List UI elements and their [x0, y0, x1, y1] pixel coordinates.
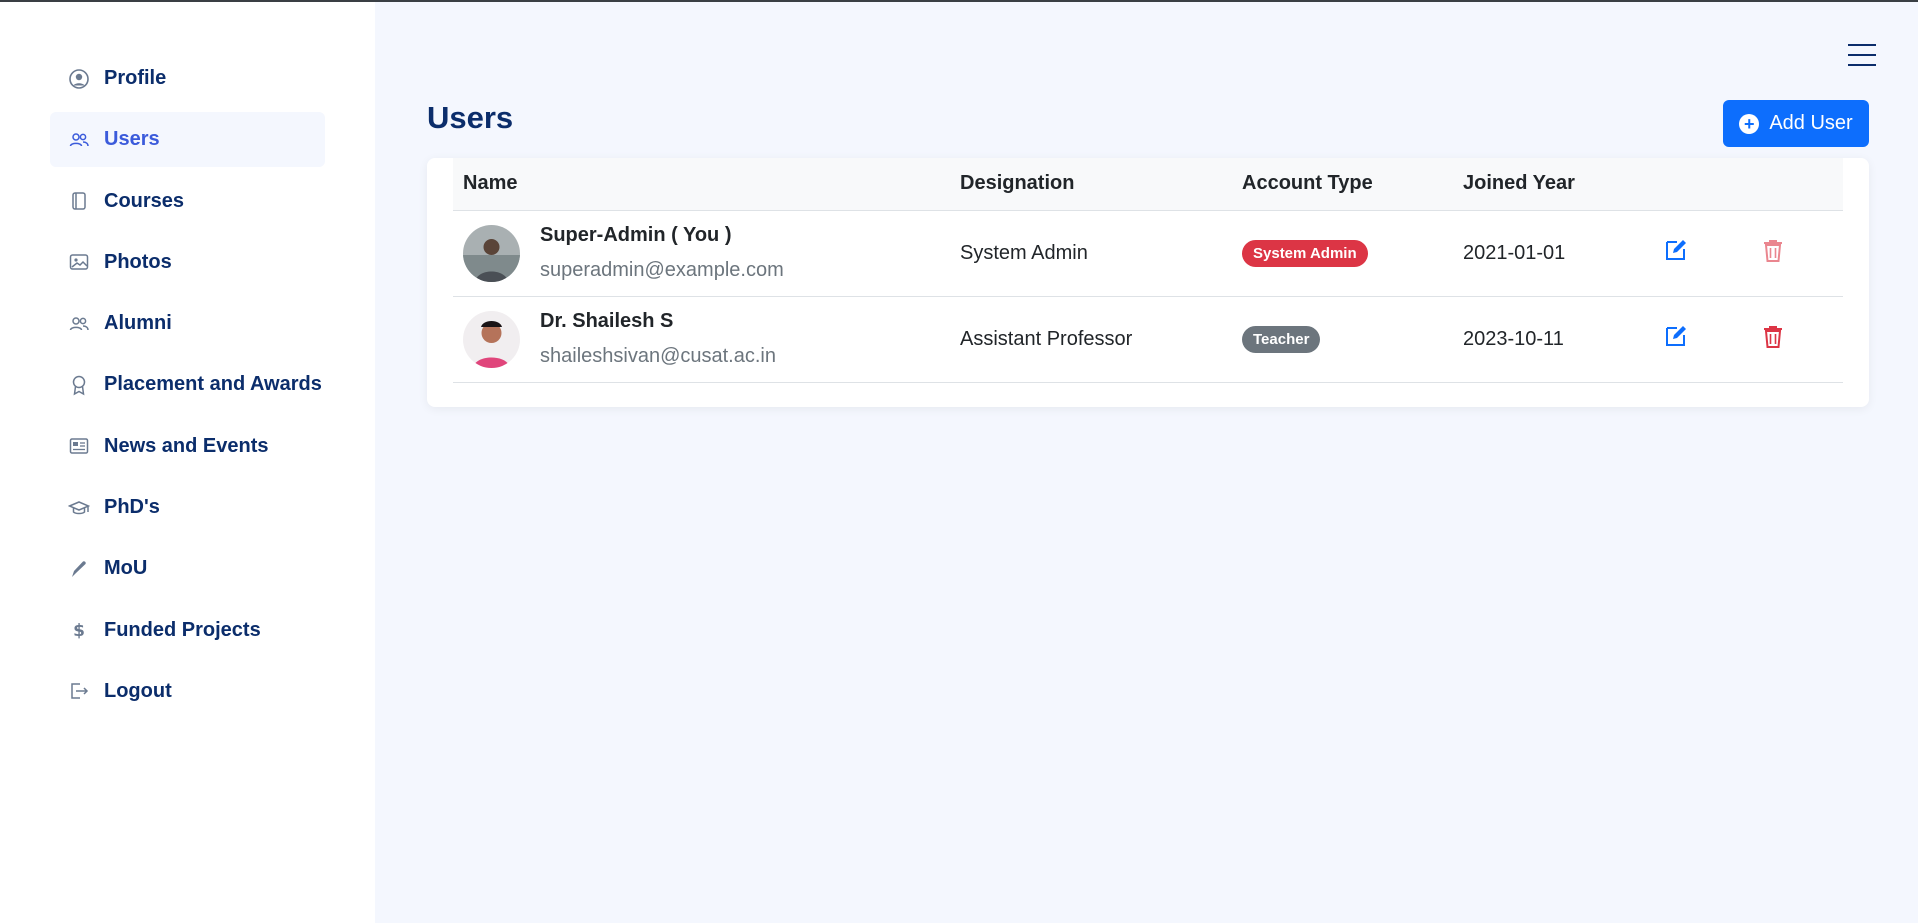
sidebar-item-funded-projects[interactable]: $ Funded Projects	[50, 603, 325, 658]
sidebar-item-label: Alumni	[104, 312, 172, 335]
dollar-icon: $	[68, 619, 90, 641]
table-row: Dr. Shailesh S shaileshsivan@cusat.ac.in…	[453, 296, 1843, 383]
plus-circle-icon: +	[1739, 113, 1760, 134]
pen-icon	[68, 558, 90, 580]
table-header-row: Name Designation Account Type Joined Yea…	[453, 158, 1843, 211]
newspaper-icon	[68, 435, 90, 457]
sidebar-item-label: Photos	[104, 250, 172, 273]
sidebar-item-label: Logout	[104, 679, 172, 702]
user-name: Super-Admin ( You )	[540, 224, 732, 246]
account-type-badge: Teacher	[1242, 325, 1321, 353]
column-header-designation: Designation	[950, 158, 1232, 211]
name-cell: Super-Admin ( You ) superadmin@example.c…	[453, 210, 950, 297]
edit-icon[interactable]	[1663, 237, 1689, 263]
user-name: Dr. Shailesh S	[540, 310, 674, 332]
sidebar-item-label: Courses	[104, 189, 185, 212]
users-icon	[68, 129, 90, 151]
user-email: superadmin@example.com	[540, 259, 784, 281]
users-table-card: Name Designation Account Type Joined Yea…	[427, 158, 1869, 407]
sidebar-item-label: News and Events	[104, 434, 269, 457]
sidebar-item-profile[interactable]: Profile	[50, 51, 325, 106]
sidebar-item-news-and-events[interactable]: News and Events	[50, 419, 325, 474]
joined-year-cell: 2023-10-11	[1453, 296, 1653, 383]
column-header-delete	[1750, 158, 1843, 211]
sidebar-item-label: PhD's	[104, 496, 160, 519]
sidebar-item-mou[interactable]: MoU	[50, 541, 325, 596]
table-row: Super-Admin ( You ) superadmin@example.c…	[453, 210, 1843, 297]
svg-text:$: $	[73, 621, 85, 641]
courses-icon	[68, 190, 90, 212]
sidebar-item-label: Funded Projects	[104, 618, 261, 641]
column-header-account-type: Account Type	[1232, 158, 1453, 211]
designation-cell: System Admin	[950, 210, 1232, 297]
award-icon	[68, 374, 90, 396]
delete-cell	[1750, 296, 1843, 383]
edit-cell	[1653, 210, 1750, 297]
sidebar-item-courses[interactable]: Courses	[50, 174, 325, 229]
sidebar-item-alumni[interactable]: Alumni	[50, 296, 325, 351]
user-email: shaileshsivan@cusat.ac.in	[540, 345, 776, 367]
sidebar-item-label: Placement and Awards	[104, 373, 322, 396]
sidebar-item-photos[interactable]: Photos	[50, 235, 325, 290]
sidebar-item-label: Profile	[104, 67, 167, 89]
sidebar-item-label: MoU	[104, 557, 148, 580]
joined-year-cell: 2021-01-01	[1453, 210, 1653, 297]
add-user-label: Add User	[1769, 112, 1853, 134]
edit-cell	[1653, 296, 1750, 383]
account-type-cell: System Admin	[1232, 210, 1453, 297]
sidebar: Profile Users Courses Photos Alumni Plac…	[0, 2, 375, 923]
page-title: Users	[427, 100, 514, 135]
account-type-cell: Teacher	[1232, 296, 1453, 383]
column-header-joined-year: Joined Year	[1453, 158, 1653, 211]
avatar	[463, 224, 520, 282]
users-table: Name Designation Account Type Joined Yea…	[453, 158, 1843, 383]
designation-cell: Assistant Professor	[950, 296, 1232, 383]
sidebar-item-placement-and-awards[interactable]: Placement and Awards	[50, 357, 325, 412]
account-type-badge: System Admin	[1242, 239, 1368, 267]
sidebar-item-label: Users	[104, 128, 160, 151]
alumni-icon	[68, 313, 90, 335]
column-header-name: Name	[453, 158, 950, 211]
photos-icon	[68, 251, 90, 273]
logout-icon	[68, 680, 90, 702]
sidebar-item-logout[interactable]: Logout	[50, 664, 325, 719]
column-header-edit	[1653, 158, 1750, 211]
profile-icon	[68, 68, 90, 90]
add-user-button[interactable]: + Add User	[1723, 100, 1869, 147]
avatar	[463, 310, 520, 368]
name-cell: Dr. Shailesh S shaileshsivan@cusat.ac.in	[453, 296, 950, 383]
sidebar-nav: Profile Users Courses Photos Alumni Plac…	[50, 51, 325, 725]
sidebar-item-phds[interactable]: PhD's	[50, 480, 325, 535]
graduation-cap-icon	[68, 497, 90, 519]
trash-icon[interactable]	[1760, 237, 1786, 263]
trash-icon[interactable]	[1760, 323, 1786, 349]
delete-cell	[1750, 210, 1843, 297]
hamburger-menu-icon[interactable]	[1848, 44, 1876, 68]
sidebar-item-users[interactable]: Users	[50, 112, 325, 168]
edit-icon[interactable]	[1663, 323, 1689, 349]
